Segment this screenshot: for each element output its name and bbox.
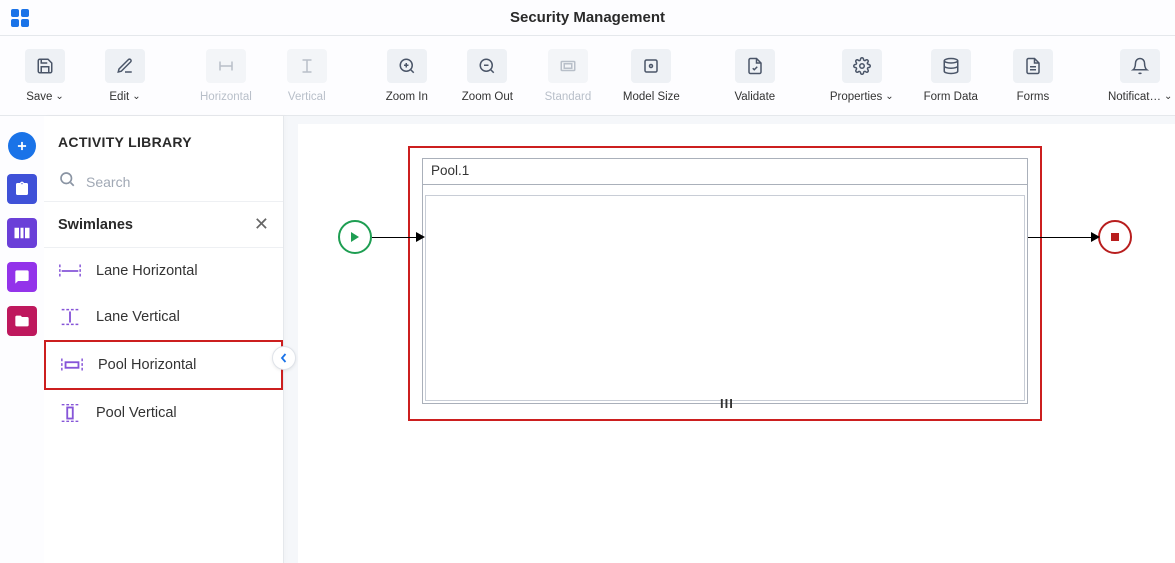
library-item-lane-vertical[interactable]: Lane Vertical bbox=[44, 294, 283, 340]
app-switcher-icon[interactable] bbox=[0, 8, 40, 28]
validate-icon bbox=[735, 49, 775, 83]
chevron-down-icon: ⌄ bbox=[55, 91, 63, 102]
horizontal-button: Horizontal bbox=[200, 49, 252, 103]
properties-label: Properties bbox=[830, 91, 882, 103]
notifications-label: Notificat… bbox=[1108, 91, 1161, 103]
library-item-label: Pool Vertical bbox=[96, 405, 177, 421]
edit-button[interactable]: Edit⌄ bbox=[100, 49, 150, 103]
library-item-label: Lane Vertical bbox=[96, 309, 180, 325]
flow-arrow[interactable] bbox=[372, 237, 422, 238]
vertical-icon bbox=[287, 49, 327, 83]
standard-icon bbox=[548, 49, 588, 83]
horizontal-label: Horizontal bbox=[200, 91, 252, 103]
library-item-pool-horizontal[interactable]: Pool Horizontal bbox=[44, 340, 283, 390]
chevron-down-icon: ⌄ bbox=[1164, 91, 1172, 102]
form-data-button[interactable]: Form Data bbox=[924, 49, 978, 103]
flow-arrow[interactable] bbox=[1028, 237, 1098, 238]
chevron-down-icon: ⌄ bbox=[885, 91, 893, 102]
validate-button[interactable]: Validate bbox=[730, 49, 780, 103]
close-icon[interactable]: ✕ bbox=[254, 214, 269, 235]
swimlane-panel-button[interactable] bbox=[7, 218, 37, 248]
arrow-head-icon bbox=[416, 232, 425, 242]
vertical-label: Vertical bbox=[288, 91, 326, 103]
form-data-label: Form Data bbox=[924, 91, 978, 103]
validate-label: Validate bbox=[734, 91, 775, 103]
pool-header[interactable]: Pool.1 bbox=[423, 159, 1027, 185]
clipboard-button[interactable] bbox=[7, 174, 37, 204]
category-header: Swimlanes ✕ bbox=[44, 202, 283, 248]
library-item-label: Lane Horizontal bbox=[96, 263, 198, 279]
zoom-out-label: Zoom Out bbox=[462, 91, 513, 103]
properties-button[interactable]: Properties⌄ bbox=[830, 49, 894, 103]
edit-label: Edit bbox=[109, 91, 129, 103]
header-bar: Security Management bbox=[0, 0, 1175, 36]
category-label: Swimlanes bbox=[58, 217, 133, 233]
search-icon bbox=[58, 170, 76, 193]
collapse-sidebar-button[interactable] bbox=[272, 346, 296, 370]
forms-icon bbox=[1013, 49, 1053, 83]
standard-button: Standard bbox=[543, 49, 593, 103]
search-input[interactable] bbox=[86, 174, 269, 190]
diagram-canvas[interactable]: Pool.1 III bbox=[298, 124, 1175, 563]
model-size-label: Model Size bbox=[623, 91, 680, 103]
folder-button[interactable] bbox=[7, 306, 37, 336]
zoom-in-label: Zoom In bbox=[386, 91, 428, 103]
pool-container[interactable]: Pool.1 bbox=[422, 158, 1028, 404]
lane-horizontal-icon bbox=[58, 260, 82, 282]
chevron-down-icon: ⌄ bbox=[132, 91, 140, 102]
main-area: ACTIVITY LIBRARY Swimlanes ✕ Lane Horizo… bbox=[0, 116, 1175, 563]
horizontal-icon bbox=[206, 49, 246, 83]
bell-icon bbox=[1120, 49, 1160, 83]
zoom-out-icon bbox=[467, 49, 507, 83]
model-size-button[interactable]: Model Size bbox=[623, 49, 680, 103]
model-size-icon bbox=[631, 49, 671, 83]
form-data-icon bbox=[931, 49, 971, 83]
library-item-pool-vertical[interactable]: Pool Vertical bbox=[44, 390, 283, 436]
pool-body[interactable] bbox=[425, 195, 1025, 401]
library-item-lane-horizontal[interactable]: Lane Horizontal bbox=[44, 248, 283, 294]
library-item-label: Pool Horizontal bbox=[98, 357, 196, 373]
zoom-out-button[interactable]: Zoom Out bbox=[462, 49, 513, 103]
sidebar-title: ACTIVITY LIBRARY bbox=[44, 116, 283, 162]
drag-handle-icon[interactable]: III bbox=[720, 396, 734, 411]
save-icon bbox=[25, 49, 65, 83]
gear-icon bbox=[842, 49, 882, 83]
left-icon-bar bbox=[0, 116, 44, 563]
toolbar: Save⌄ Edit⌄ Horizontal Vertical Zoom In … bbox=[0, 36, 1175, 116]
end-node[interactable] bbox=[1098, 220, 1132, 254]
vertical-button: Vertical bbox=[282, 49, 332, 103]
comments-button[interactable] bbox=[7, 262, 37, 292]
save-button[interactable]: Save⌄ bbox=[20, 49, 70, 103]
zoom-in-button[interactable]: Zoom In bbox=[382, 49, 432, 103]
lane-vertical-icon bbox=[58, 306, 82, 328]
page-title: Security Management bbox=[40, 9, 1135, 26]
arrow-head-icon bbox=[1091, 232, 1100, 242]
start-node[interactable] bbox=[338, 220, 372, 254]
edit-icon bbox=[105, 49, 145, 83]
zoom-in-icon bbox=[387, 49, 427, 83]
forms-button[interactable]: Forms bbox=[1008, 49, 1058, 103]
activity-library-sidebar: ACTIVITY LIBRARY Swimlanes ✕ Lane Horizo… bbox=[44, 116, 284, 563]
standard-label: Standard bbox=[545, 91, 592, 103]
add-button[interactable] bbox=[8, 132, 36, 160]
pool-vertical-icon bbox=[58, 402, 82, 424]
save-label: Save bbox=[26, 91, 52, 103]
search-row bbox=[44, 162, 283, 202]
notifications-button[interactable]: Notificat…⌄ bbox=[1108, 49, 1172, 103]
forms-label: Forms bbox=[1017, 91, 1050, 103]
pool-horizontal-icon bbox=[60, 354, 84, 376]
